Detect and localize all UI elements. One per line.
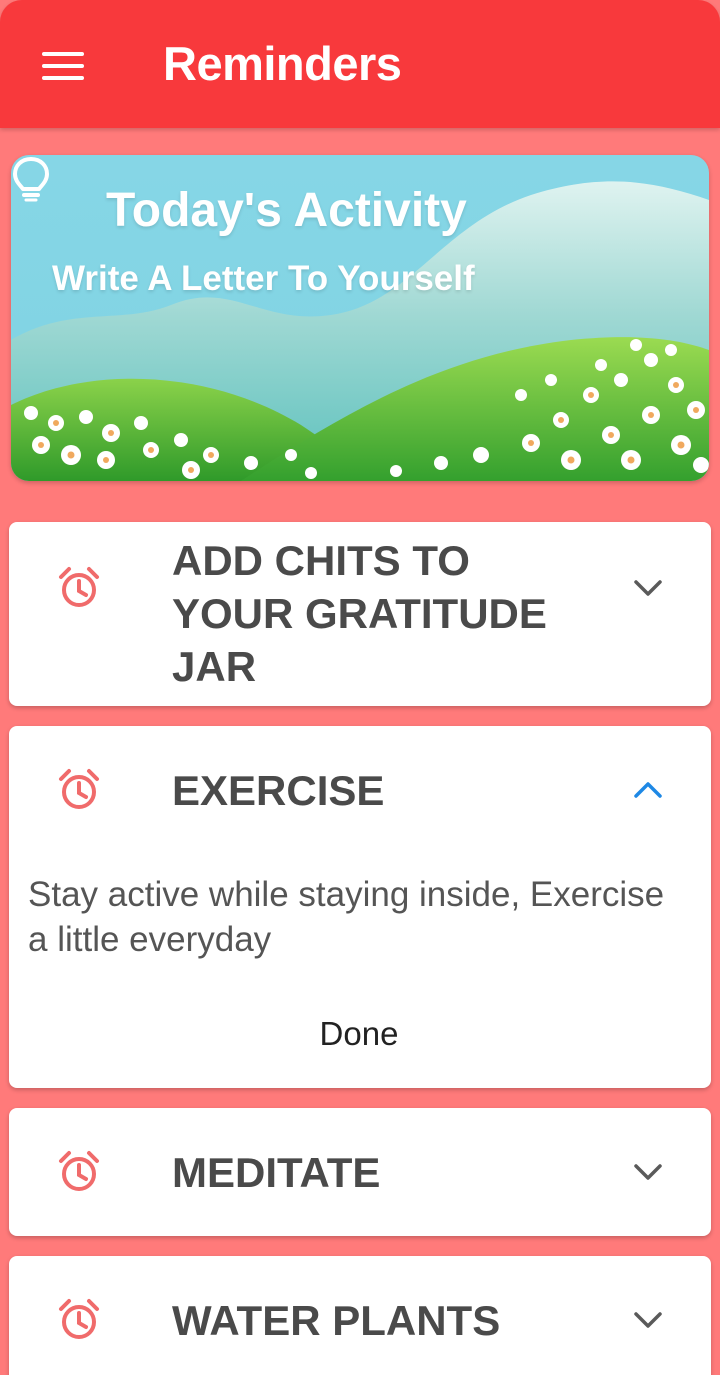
reminder-card-water-plants[interactable]: WATER PLANTS xyxy=(9,1256,711,1375)
alarm-clock-icon xyxy=(59,567,99,607)
reminder-card-gratitude-jar[interactable]: ADD CHITS TO YOUR GRATITUDE JAR xyxy=(9,522,711,706)
todays-activity-banner[interactable]: Today's Activity Write A Letter To Yours… xyxy=(11,155,709,481)
page-title: Reminders xyxy=(163,37,402,90)
done-button[interactable]: Done xyxy=(299,1008,419,1060)
reminder-title: WATER PLANTS xyxy=(172,1297,501,1344)
alarm-clock-icon xyxy=(59,1299,99,1339)
reminder-title: MEDITATE xyxy=(172,1149,381,1196)
app-bar: Reminders xyxy=(0,0,720,128)
reminder-title: ADD CHITS TO YOUR GRATITUDE JAR xyxy=(172,537,547,690)
chevron-down-icon[interactable] xyxy=(629,574,667,602)
banner-subtitle: Write A Letter To Yourself xyxy=(52,259,475,298)
alarm-clock-icon xyxy=(59,769,99,809)
reminder-card-meditate[interactable]: MEDITATE xyxy=(9,1108,711,1236)
reminder-description: Stay active while staying inside, Exerci… xyxy=(28,875,665,959)
menu-icon[interactable] xyxy=(38,46,88,86)
alarm-clock-icon xyxy=(59,1151,99,1191)
reminder-title: EXERCISE xyxy=(172,767,385,814)
chevron-up-icon[interactable] xyxy=(629,776,667,804)
lightbulb-icon xyxy=(13,157,49,202)
chevron-down-icon[interactable] xyxy=(629,1306,667,1334)
chevron-down-icon[interactable] xyxy=(629,1158,667,1186)
banner-title: Today's Activity xyxy=(106,184,467,237)
reminder-card-exercise[interactable]: EXERCISE Stay active while staying insid… xyxy=(9,726,711,1088)
